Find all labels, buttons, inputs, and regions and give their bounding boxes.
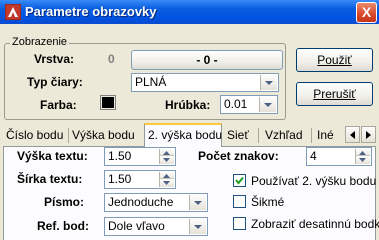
text-width-value: 1.50 <box>108 172 132 186</box>
show-decimal-point-label[interactable]: Zobraziť desatinnú bodku <box>251 217 379 231</box>
chevron-right-icon <box>366 131 371 139</box>
line-type-label: Typ čiary: <box>27 75 83 89</box>
font-value: Jednoduche <box>108 195 174 209</box>
color-swatch[interactable] <box>100 95 116 110</box>
ref-point-combo[interactable]: Dole vľavo <box>104 217 208 236</box>
tab-appearance[interactable]: Vzhľad <box>262 126 306 146</box>
char-count-spinner[interactable]: 4 <box>306 147 372 166</box>
cancel-button[interactable]: Prerušiť <box>296 82 373 106</box>
close-button[interactable]: X <box>356 2 377 23</box>
text-height-label: Výška textu: <box>17 149 88 163</box>
tab-network[interactable]: Sieť <box>224 126 252 146</box>
layer-label: Vrstva: <box>34 52 75 66</box>
window-title: Parametre obrazovky <box>25 4 157 19</box>
thickness-value: 0.01 <box>224 97 248 111</box>
font-label: Písmo: <box>44 195 85 209</box>
tab-separator <box>311 128 312 143</box>
tab-scroll-right-button[interactable] <box>361 126 376 143</box>
tab-scroll-left-button[interactable] <box>345 126 360 143</box>
apply-button[interactable]: Použiť <box>296 48 373 72</box>
thickness-label: Hrúbka: <box>165 98 211 112</box>
spin-down-button[interactable] <box>159 155 174 164</box>
chevron-down-icon[interactable] <box>189 219 206 234</box>
color-label: Farba: <box>40 98 77 112</box>
font-combo[interactable]: Jednoduche <box>104 193 208 212</box>
spin-down-button[interactable] <box>159 178 174 187</box>
color-swatch-fill <box>102 97 114 108</box>
group-legend: Zobrazenie <box>10 36 70 48</box>
thickness-combo[interactable]: 0.01 <box>220 95 278 114</box>
app-icon <box>4 3 22 21</box>
line-type-combo[interactable]: PLNÁ <box>131 73 279 92</box>
use-second-height-label[interactable]: Používať 2. výšku bodu <box>251 174 376 188</box>
char-count-label: Počet znakov: <box>198 149 279 163</box>
char-count-value: 4 <box>310 149 317 163</box>
chevron-down-icon[interactable] <box>259 97 276 112</box>
checkmark-icon <box>235 176 244 185</box>
chevron-down-icon[interactable] <box>260 75 277 90</box>
use-second-height-checkbox[interactable] <box>233 174 246 187</box>
chevron-left-icon <box>350 131 355 139</box>
line-type-value: PLNÁ <box>135 75 167 89</box>
text-height-spinner[interactable]: 1.50 <box>104 147 176 166</box>
tab-point-number[interactable]: Číslo bodu <box>3 126 66 146</box>
show-decimal-point-checkbox[interactable] <box>233 217 246 230</box>
spin-down-button[interactable] <box>355 155 370 164</box>
layer-name: - 0 - <box>196 53 218 67</box>
tab-second-height[interactable]: 2. výška bodu <box>144 123 222 147</box>
text-width-label: Šírka textu: <box>17 172 83 186</box>
ref-point-label: Ref. bod: <box>37 219 89 233</box>
layer-select-button[interactable]: - 0 - <box>131 50 283 70</box>
oblique-label[interactable]: Šikmé <box>251 195 284 209</box>
chevron-down-icon[interactable] <box>189 195 206 210</box>
oblique-checkbox[interactable] <box>233 195 246 208</box>
ref-point-value: Dole vľavo <box>108 219 165 233</box>
cancel-label: Prerušiť <box>313 87 356 101</box>
tab-point-height[interactable]: Výška bodu <box>69 126 138 146</box>
text-height-value: 1.50 <box>108 149 132 163</box>
tab-other[interactable]: Iné <box>314 126 337 146</box>
tab-separator <box>258 128 259 143</box>
layer-value: 0 <box>108 52 115 66</box>
apply-label: Použiť <box>317 53 352 67</box>
text-width-spinner[interactable]: 1.50 <box>104 170 176 189</box>
